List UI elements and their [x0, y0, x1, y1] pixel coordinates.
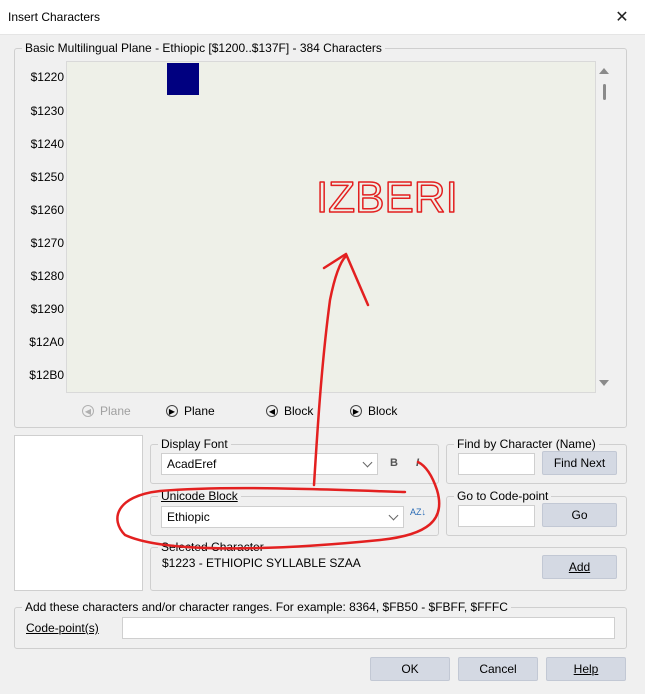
prev-block-label: Block [284, 404, 314, 418]
ok-button[interactable]: OK [370, 657, 450, 681]
row-label: $1250 [30, 170, 64, 184]
prev-plane-label: Plane [100, 404, 131, 418]
selected-character-cell[interactable] [167, 63, 199, 95]
prev-block-button[interactable]: ◀ Block [266, 403, 313, 419]
display-font-select[interactable]: AcadEref [161, 453, 378, 475]
window-title: Insert Characters [8, 10, 101, 24]
sort-az-icon[interactable]: AZ↓ [410, 508, 426, 517]
selected-character-value: $1223 - ETHIOPIC SYLLABLE SZAA [162, 556, 361, 570]
display-font-value: AcadEref [167, 457, 217, 471]
character-grid[interactable] [66, 61, 596, 393]
unicode-block-select[interactable]: Ethiopic [161, 506, 404, 528]
character-preview [14, 435, 143, 591]
row-label: $1280 [30, 269, 64, 283]
scroll-down-icon[interactable] [599, 380, 609, 386]
selected-legend: Selected Character [158, 540, 267, 554]
next-plane-label: Plane [184, 404, 215, 418]
display-font-legend: Display Font [158, 437, 231, 451]
goto-input[interactable] [458, 505, 535, 527]
arrow-left-icon: ◀ [266, 405, 278, 417]
next-block-label: Block [368, 404, 398, 418]
row-label: $1230 [30, 104, 64, 118]
find-input[interactable] [458, 453, 535, 475]
find-legend: Find by Character (Name) [454, 437, 599, 451]
bold-button[interactable]: B [390, 457, 398, 469]
row-label: $1270 [30, 236, 64, 250]
cancel-button[interactable]: Cancel [458, 657, 538, 681]
unicode-block-value: Ethiopic [167, 510, 210, 524]
italic-button[interactable]: I [416, 457, 419, 469]
find-next-button[interactable]: Find Next [542, 451, 617, 475]
next-plane-button[interactable]: ▶ Plane [166, 403, 215, 419]
scroll-up-icon[interactable] [599, 68, 609, 74]
ranges-legend: Add these characters and/or character ra… [22, 600, 511, 614]
add-button[interactable]: Add [542, 555, 617, 579]
grid-scrollbar[interactable] [596, 61, 613, 393]
row-label: $12B0 [29, 368, 64, 382]
row-label: $1240 [30, 137, 64, 151]
unicode-block-legend: Unicode Block [158, 489, 241, 503]
codepoints-input[interactable] [122, 617, 615, 639]
next-block-button[interactable]: ▶ Block [350, 403, 397, 419]
close-icon[interactable]: ✕ [599, 0, 645, 34]
charmap-legend: Basic Multilingual Plane - Ethiopic [$12… [22, 41, 385, 55]
arrow-right-icon: ▶ [166, 405, 178, 417]
arrow-left-icon: ◀ [82, 405, 94, 417]
chevron-down-icon [388, 510, 399, 521]
row-label: $1260 [30, 203, 64, 217]
go-button[interactable]: Go [542, 503, 617, 527]
codepoints-label: Code-point(s) [26, 621, 99, 635]
row-label: $1290 [30, 302, 64, 316]
title-bar: Insert Characters ✕ [0, 0, 645, 35]
help-button[interactable]: Help [546, 657, 626, 681]
row-label: $1220 [30, 70, 64, 84]
goto-legend: Go to Code-point [454, 489, 552, 503]
arrow-right-icon: ▶ [350, 405, 362, 417]
row-label: $12A0 [29, 335, 64, 349]
chevron-down-icon [362, 457, 373, 468]
prev-plane-button[interactable]: ◀ Plane [82, 403, 131, 419]
scroll-thumb[interactable] [603, 84, 606, 100]
